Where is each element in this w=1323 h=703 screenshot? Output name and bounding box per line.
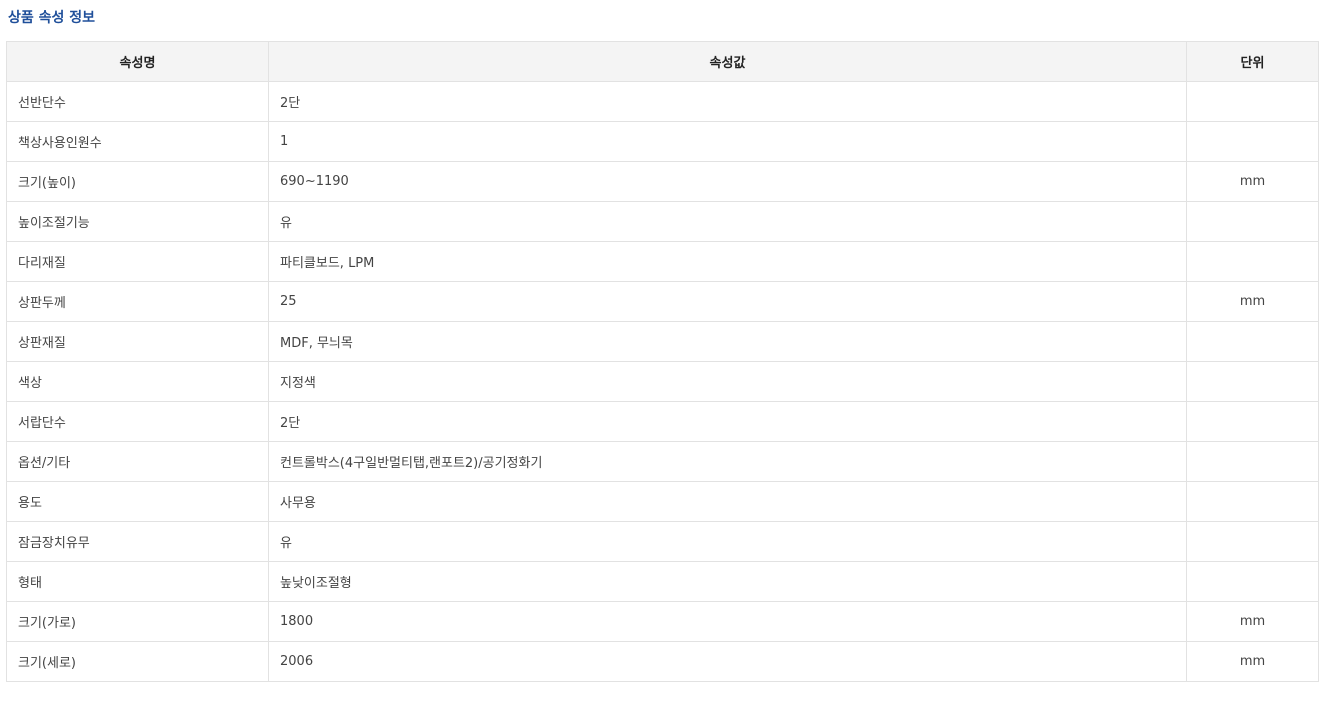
attribute-value: 2단 [268,81,1187,122]
table-row: 크기(가로) 1800 mm [6,601,1319,642]
attribute-unit [1186,481,1319,522]
attribute-name: 상판두께 [6,281,269,322]
table-row: 상판재질 MDF, 무늬목 [6,321,1319,362]
attribute-name: 크기(가로) [6,601,269,642]
table-row: 서랍단수 2단 [6,401,1319,442]
attribute-value: 유 [268,201,1187,242]
attribute-unit: mm [1186,161,1319,202]
column-header-name: 속성명 [6,41,269,82]
attribute-name: 크기(세로) [6,641,269,682]
attribute-value: 컨트롤박스(4구일반멀티탭,랜포트2)/공기정화기 [268,441,1187,482]
attribute-unit [1186,241,1319,282]
table-header-row: 속성명 속성값 단위 [6,41,1319,82]
attribute-unit: mm [1186,601,1319,642]
attribute-name: 다리재질 [6,241,269,282]
attribute-value: 2단 [268,401,1187,442]
attribute-unit [1186,201,1319,242]
attribute-value: 파티클보드, LPM [268,241,1187,282]
attribute-value: MDF, 무늬목 [268,321,1187,362]
attribute-unit [1186,81,1319,122]
table-row: 잠금장치유무 유 [6,521,1319,562]
attribute-unit: mm [1186,641,1319,682]
table-row: 다리재질 파티클보드, LPM [6,241,1319,282]
attribute-unit [1186,401,1319,442]
attribute-unit [1186,361,1319,402]
attribute-unit [1186,521,1319,562]
attribute-value: 유 [268,521,1187,562]
attribute-unit [1186,321,1319,362]
table-row: 크기(높이) 690~1190 mm [6,161,1319,202]
table-row: 책상사용인원수 1 [6,121,1319,162]
attribute-name: 상판재질 [6,321,269,362]
attribute-value: 1 [268,121,1187,162]
attribute-name: 높이조절기능 [6,201,269,242]
attribute-value: 25 [268,281,1187,322]
table-row: 옵션/기타 컨트롤박스(4구일반멀티탭,랜포트2)/공기정화기 [6,441,1319,482]
attribute-name: 잠금장치유무 [6,521,269,562]
attribute-name: 책상사용인원수 [6,121,269,162]
attribute-value: 높낮이조절형 [268,561,1187,602]
table-row: 높이조절기능 유 [6,201,1319,242]
attribute-name: 선반단수 [6,81,269,122]
attribute-name: 형태 [6,561,269,602]
attribute-value: 690~1190 [268,161,1187,202]
attribute-value: 지정색 [268,361,1187,402]
attribute-name: 용도 [6,481,269,522]
table-row: 형태 높낮이조절형 [6,561,1319,602]
attribute-name: 크기(높이) [6,161,269,202]
attribute-table: 속성명 속성값 단위 선반단수 2단 책상사용인원수 1 크기(높이) 690~… [6,41,1319,682]
table-row: 색상 지정색 [6,361,1319,402]
attribute-value: 사무용 [268,481,1187,522]
table-row: 선반단수 2단 [6,81,1319,122]
table-row: 크기(세로) 2006 mm [6,641,1319,682]
table-row: 용도 사무용 [6,481,1319,522]
attribute-value: 1800 [268,601,1187,642]
column-header-value: 속성값 [268,41,1187,82]
attribute-unit [1186,441,1319,482]
attribute-unit [1186,121,1319,162]
attribute-unit: mm [1186,281,1319,322]
section-title: 상품 속성 정보 [8,10,96,26]
attribute-value: 2006 [268,641,1187,682]
column-header-unit: 단위 [1186,41,1319,82]
attribute-name: 옵션/기타 [6,441,269,482]
table-row: 상판두께 25 mm [6,281,1319,322]
attribute-name: 서랍단수 [6,401,269,442]
attribute-name: 색상 [6,361,269,402]
attribute-unit [1186,561,1319,602]
